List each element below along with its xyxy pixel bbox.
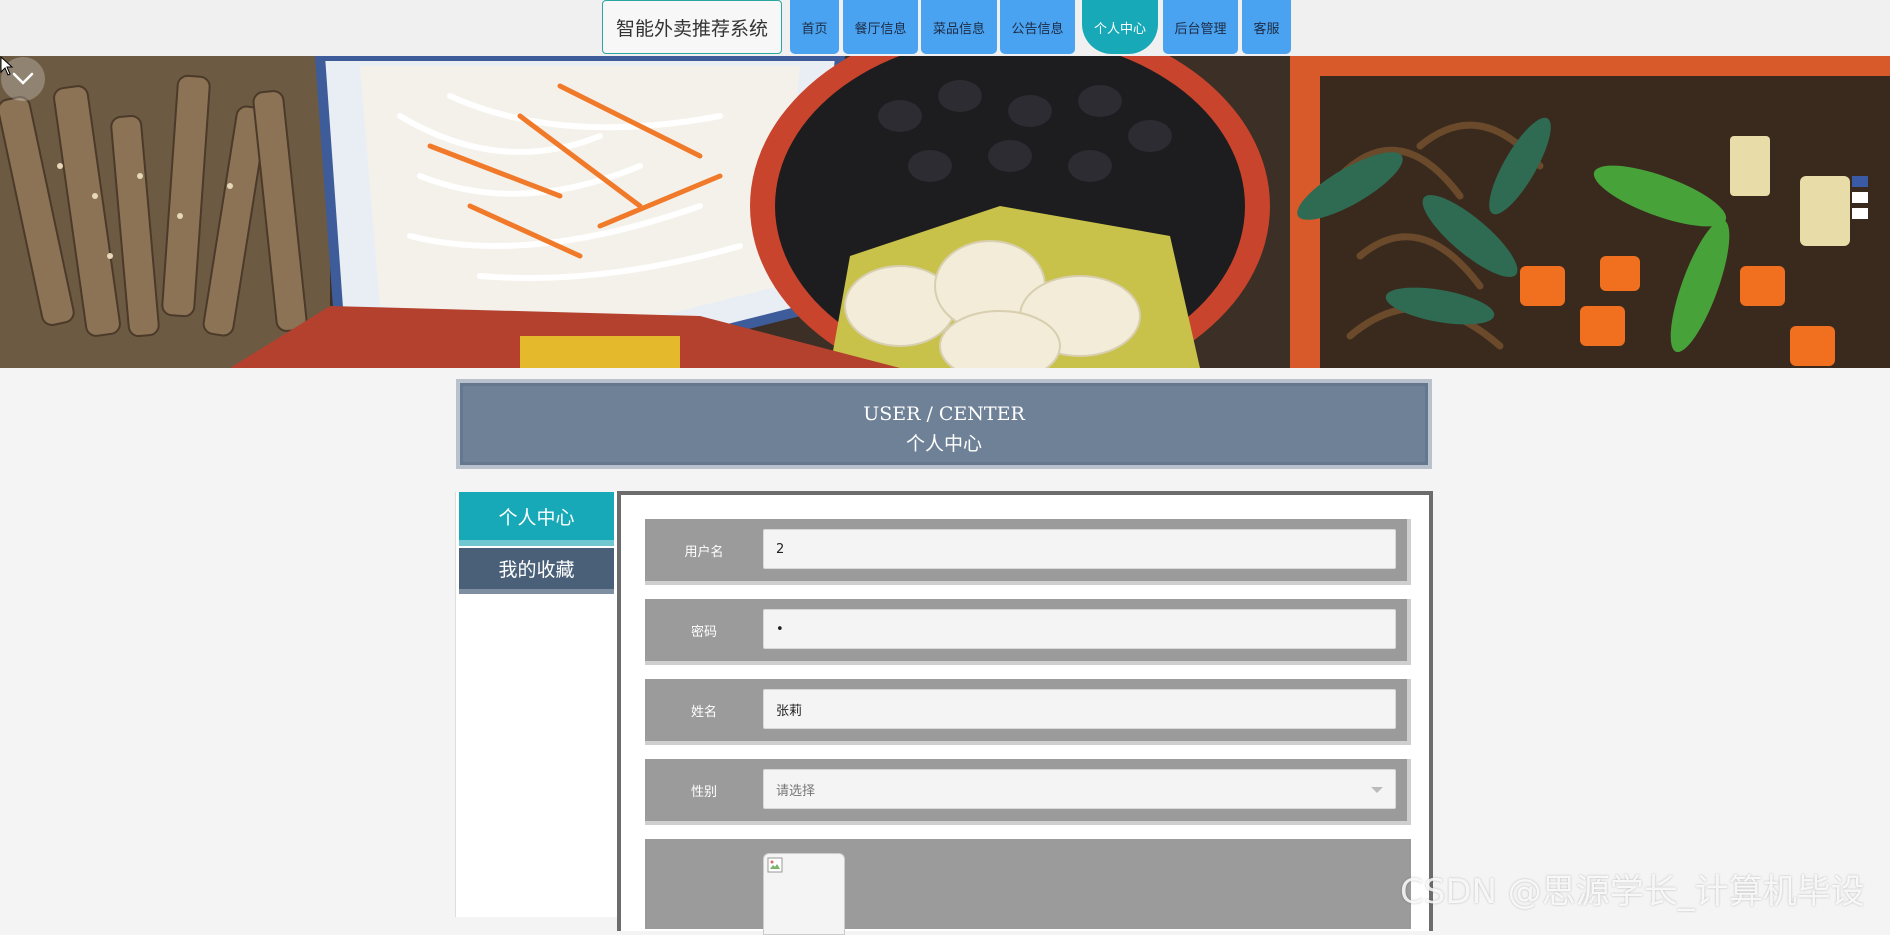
form-row-avatar <box>645 839 1411 935</box>
food-banner-image <box>0 56 1890 368</box>
nav-restaurants[interactable]: 餐厅信息 <box>843 0 918 54</box>
password-input[interactable]: • <box>763 609 1396 649</box>
carousel-indicators <box>1852 176 1868 224</box>
section-title-en: USER / CENTER <box>863 403 1025 425</box>
dropdown-arrow-icon <box>1371 787 1383 793</box>
carousel-dot[interactable] <box>1852 176 1868 187</box>
side-item-favorites[interactable]: 我的收藏 <box>459 548 614 594</box>
nav-user-center[interactable]: 个人中心 <box>1082 0 1158 54</box>
name-label: 姓名 <box>690 704 717 720</box>
nav-home[interactable]: 首页 <box>790 0 839 54</box>
gender-label: 性别 <box>690 784 717 800</box>
gender-select[interactable]: 请选择 <box>763 769 1396 809</box>
section-title-cn: 个人中心 <box>905 433 982 455</box>
nav-customer-service[interactable]: 客服 <box>1242 0 1291 54</box>
site-title[interactable]: 智能外卖推荐系统 <box>602 0 782 54</box>
form-row-gender: 性别 请选择 <box>645 759 1411 825</box>
hero-banner <box>0 56 1890 368</box>
user-info-form: 用户名 2 密码 • 姓名 张莉 性别 请选择 <box>617 491 1433 935</box>
form-row-password: 密码 • <box>645 599 1411 665</box>
nav-announcements[interactable]: 公告信息 <box>1000 0 1075 54</box>
section-header: USER / CENTER 个人中心 <box>456 379 1432 469</box>
name-input[interactable]: 张莉 <box>763 689 1396 729</box>
password-label: 密码 <box>690 624 717 640</box>
side-item-user-center[interactable]: 个人中心 <box>459 492 614 546</box>
avatar-upload[interactable] <box>763 853 845 935</box>
nav-dishes[interactable]: 菜品信息 <box>921 0 997 54</box>
form-row-name: 姓名 张莉 <box>645 679 1411 745</box>
mouse-cursor-icon <box>0 56 14 76</box>
top-navigation-bar: 智能外卖推荐系统 首页 餐厅信息 菜品信息 公告信息 个人中心 后台管理 客服 <box>0 0 1890 56</box>
carousel-dot[interactable] <box>1852 192 1868 203</box>
username-input[interactable]: 2 <box>763 529 1396 569</box>
watermark: CSDN @思源学长_计算机毕设 <box>1400 872 1865 912</box>
side-menu: 个人中心 我的收藏 <box>455 492 617 917</box>
broken-image-icon <box>767 857 783 873</box>
form-row-username: 用户名 2 <box>645 519 1411 585</box>
carousel-dot[interactable] <box>1852 208 1868 219</box>
gender-select-placeholder: 请选择 <box>776 783 816 799</box>
nav-admin[interactable]: 后台管理 <box>1163 0 1238 54</box>
username-label: 用户名 <box>684 544 724 560</box>
